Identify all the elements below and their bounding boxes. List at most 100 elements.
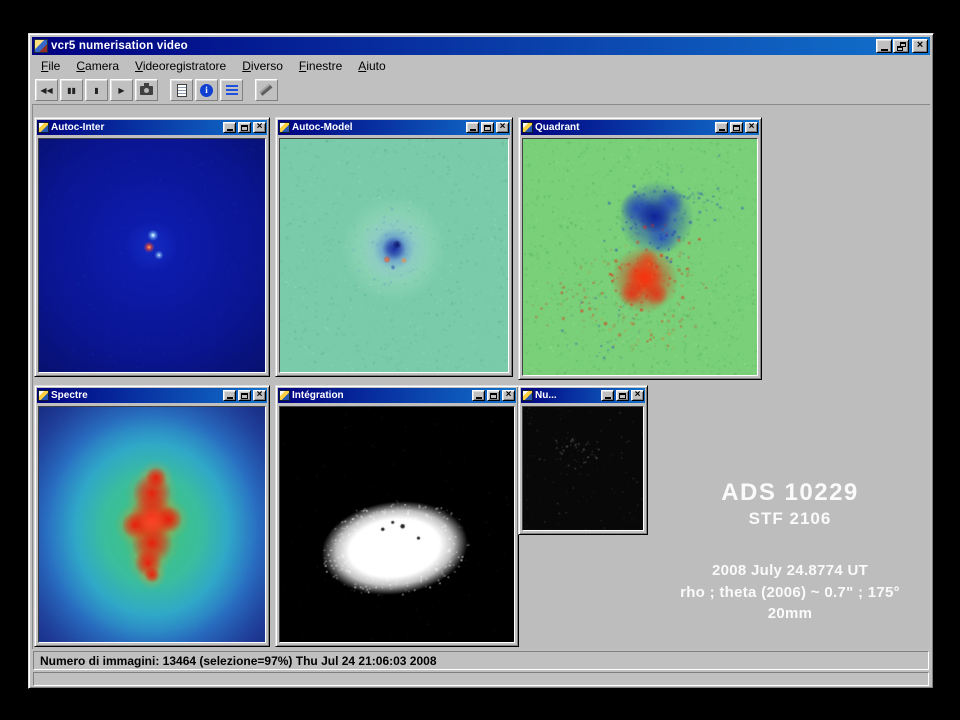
autoc-model-titlebar[interactable]: Autoc-Model × xyxy=(278,120,510,135)
list-icon xyxy=(226,85,238,95)
autoc-model-title: Autoc-Model xyxy=(292,122,464,133)
close-button[interactable]: × xyxy=(496,122,509,133)
menu-finestre[interactable]: Finestre xyxy=(291,56,350,76)
mdi-workspace: Autoc-Inter × Autoc-Model × xyxy=(32,104,930,649)
measurement: rho ; theta (2006) ~ 0.7" ; 175° xyxy=(632,582,930,604)
close-icon: × xyxy=(500,122,506,132)
pause-icon: ▮▮ xyxy=(67,86,76,95)
quadrant-titlebar[interactable]: Quadrant × xyxy=(521,120,759,135)
status-text: Numero di immagini: 13464 (selezione=97%… xyxy=(40,654,437,668)
integration-titlebar[interactable]: Intégration × xyxy=(278,388,516,403)
status-bar: Numero di immagini: 13464 (selezione=97%… xyxy=(33,651,929,670)
autoc-inter-titlebar[interactable]: Autoc-Inter × xyxy=(37,120,267,135)
child-window-nu: Nu... × xyxy=(518,385,648,535)
image-window-icon xyxy=(522,390,533,401)
app-icon xyxy=(34,39,48,53)
play-icon: ▶ xyxy=(118,86,124,95)
close-icon: × xyxy=(635,390,641,400)
integration-title: Intégration xyxy=(292,390,470,401)
spectre-image xyxy=(38,406,266,643)
nu-image xyxy=(522,406,644,531)
menu-videoregistratore[interactable]: Videoregistratore xyxy=(127,56,234,76)
toolbar-separator xyxy=(160,78,168,102)
nu-canvas xyxy=(523,407,643,530)
minimize-button[interactable] xyxy=(601,390,614,401)
app-titlebar[interactable]: vcr5 numerisation video × xyxy=(32,37,930,55)
image-window-icon xyxy=(522,122,533,133)
minimize-button[interactable] xyxy=(223,122,236,133)
info-icon: i xyxy=(200,84,213,97)
child-window-autoc-inter: Autoc-Inter × xyxy=(34,117,270,377)
maximize-button[interactable] xyxy=(616,390,629,401)
child-window-spectre: Spectre × xyxy=(34,385,270,647)
autoc-inter-image xyxy=(38,138,266,373)
menu-aiuto[interactable]: Aiuto xyxy=(350,56,393,76)
close-icon: × xyxy=(749,122,755,132)
close-button[interactable]: × xyxy=(253,122,266,133)
child-window-integration: Intégration × xyxy=(275,385,519,647)
close-button[interactable]: × xyxy=(502,390,515,401)
pencil-icon xyxy=(261,85,273,96)
toolbar: ◀◀ ▮▮ ▮ ▶ i xyxy=(32,76,930,104)
progress-strip xyxy=(33,672,929,686)
maximize-button[interactable] xyxy=(238,390,251,401)
maximize-icon xyxy=(241,125,248,131)
observation-date: 2008 July 24.8774 UT xyxy=(632,560,930,582)
minimize-button[interactable] xyxy=(876,39,892,53)
document-icon xyxy=(177,84,187,97)
close-button[interactable]: × xyxy=(631,390,644,401)
close-icon: × xyxy=(257,390,263,400)
image-window-icon xyxy=(279,390,290,401)
autoc-inter-title: Autoc-Inter xyxy=(51,122,221,133)
window-controls: × xyxy=(876,39,928,53)
close-icon: × xyxy=(917,40,923,51)
play-button[interactable]: ▶ xyxy=(110,79,133,101)
menu-camera[interactable]: Camera xyxy=(68,56,127,76)
list-button[interactable] xyxy=(220,79,243,101)
minimize-button[interactable] xyxy=(715,122,728,133)
minimize-button[interactable] xyxy=(472,390,485,401)
spectre-titlebar[interactable]: Spectre × xyxy=(37,388,267,403)
restore-icon xyxy=(897,42,906,51)
menu-file[interactable]: File xyxy=(33,56,68,76)
close-icon: × xyxy=(257,122,263,132)
minimize-icon xyxy=(605,397,611,399)
close-button[interactable]: × xyxy=(912,39,928,53)
object-name: ADS 10229 xyxy=(632,479,930,508)
menu-diverso[interactable]: Diverso xyxy=(234,56,291,76)
minimize-button[interactable] xyxy=(223,390,236,401)
minimize-icon xyxy=(719,129,725,131)
close-icon: × xyxy=(506,390,512,400)
stop-icon: ▮ xyxy=(94,86,98,95)
restore-button[interactable] xyxy=(893,39,909,53)
integration-canvas xyxy=(280,407,514,642)
info-button[interactable]: i xyxy=(195,79,218,101)
minimize-button[interactable] xyxy=(466,122,479,133)
integration-image xyxy=(279,406,515,643)
maximize-icon xyxy=(733,125,740,131)
pause-button[interactable]: ▮▮ xyxy=(60,79,83,101)
image-window-icon xyxy=(38,122,49,133)
camera-button[interactable] xyxy=(135,79,158,101)
child-window-quadrant: Quadrant × xyxy=(518,117,762,380)
prev-frame-button[interactable]: ◀◀ xyxy=(35,79,58,101)
child-window-autoc-model: Autoc-Model × xyxy=(275,117,513,377)
minimize-icon xyxy=(476,397,482,399)
report-button[interactable] xyxy=(170,79,193,101)
maximize-button[interactable] xyxy=(238,122,251,133)
minimize-icon xyxy=(227,129,233,131)
nu-titlebar[interactable]: Nu... × xyxy=(521,388,645,403)
maximize-icon xyxy=(484,125,491,131)
stop-button[interactable]: ▮ xyxy=(85,79,108,101)
maximize-button[interactable] xyxy=(487,390,500,401)
app-window: vcr5 numerisation video × File Camera Vi… xyxy=(28,33,934,689)
erase-button[interactable] xyxy=(255,79,278,101)
close-button[interactable]: × xyxy=(745,122,758,133)
toolbar-separator xyxy=(245,78,253,102)
menu-bar: File Camera Videoregistratore Diverso Fi… xyxy=(32,55,930,76)
maximize-button[interactable] xyxy=(481,122,494,133)
close-button[interactable]: × xyxy=(253,390,266,401)
maximize-icon xyxy=(619,393,626,399)
maximize-button[interactable] xyxy=(730,122,743,133)
maximize-icon xyxy=(490,393,497,399)
